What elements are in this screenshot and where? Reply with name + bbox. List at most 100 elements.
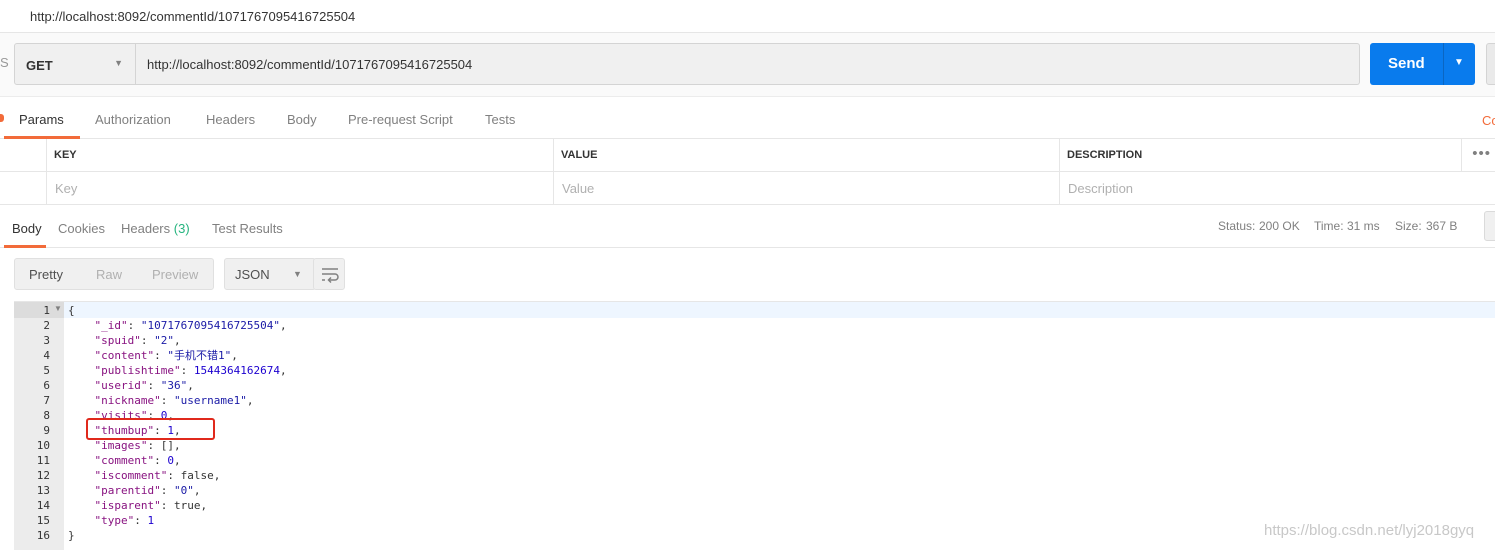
raw-button[interactable]: Raw bbox=[96, 267, 122, 282]
code-line: "images": [], bbox=[94, 439, 181, 452]
more-options-icon[interactable]: ••• bbox=[1472, 145, 1491, 162]
brace: { bbox=[68, 304, 75, 317]
tab-tests[interactable]: Tests bbox=[485, 112, 515, 127]
json-value: "36" bbox=[160, 379, 188, 392]
json-key: "publishtime" bbox=[94, 364, 181, 377]
fold-arrow-icon[interactable]: ▼ bbox=[54, 304, 62, 313]
description-header: DESCRIPTION bbox=[1067, 149, 1143, 161]
pretty-button[interactable]: Pretty bbox=[29, 267, 63, 282]
code-line: "publishtime": 1544364162674, bbox=[94, 364, 287, 377]
brace: } bbox=[68, 529, 75, 542]
wrap-lines-icon bbox=[322, 268, 339, 284]
json-value: 1544364162674 bbox=[193, 364, 280, 377]
json-key: "isparent" bbox=[94, 499, 161, 512]
key-header: KEY bbox=[54, 149, 77, 161]
line-number: 3 bbox=[43, 334, 50, 347]
code-line: "iscomment": false, bbox=[94, 469, 221, 482]
line-number: 12 bbox=[36, 469, 50, 482]
json-key: "userid" bbox=[94, 379, 148, 392]
json-key: "parentid" bbox=[94, 484, 161, 497]
json-key: "nickname" bbox=[94, 394, 161, 407]
request-tab-title-text: http://localhost:8092/commentId/10717670… bbox=[30, 9, 356, 24]
tab-headers[interactable]: Headers bbox=[206, 112, 255, 127]
line-number: 11 bbox=[36, 454, 50, 467]
left-edge-text: S bbox=[0, 55, 9, 70]
description-placeholder: Description bbox=[1068, 181, 1134, 196]
wrap-lines-button[interactable] bbox=[313, 258, 345, 290]
code-line: "nickname": "username1", bbox=[94, 394, 254, 407]
response-active-tab-indicator bbox=[4, 245, 46, 248]
method-label: GET bbox=[26, 58, 53, 73]
line-number: 5 bbox=[43, 364, 50, 377]
preview-button[interactable]: Preview bbox=[152, 267, 198, 282]
time-label: Time: bbox=[1314, 219, 1344, 233]
description-input[interactable]: Description bbox=[1059, 172, 1495, 205]
headers-count: (3) bbox=[173, 221, 190, 236]
key-placeholder: Key bbox=[55, 181, 78, 196]
code-line: "spuid": "2", bbox=[94, 334, 181, 347]
value-placeholder: Value bbox=[562, 181, 595, 196]
response-body-editor[interactable]: ▼ 1 {2 "_id": "1071767095416725504", 3 "sp… bbox=[14, 301, 1495, 550]
response-tab-body[interactable]: Body bbox=[12, 221, 42, 236]
send-options-chevron-icon[interactable]: ▼ bbox=[1454, 57, 1464, 68]
left-edge-accent bbox=[0, 114, 4, 122]
params-header-row: KEY VALUE DESCRIPTION ••• bbox=[0, 139, 1495, 172]
send-divider bbox=[1443, 43, 1444, 85]
line-number: 1 bbox=[43, 304, 50, 317]
status-label: Status: bbox=[1218, 219, 1256, 233]
tab-pre-request-script[interactable]: Pre-request Script bbox=[348, 112, 453, 127]
value-input[interactable]: Value bbox=[553, 172, 1059, 205]
code-line: "isparent": true, bbox=[94, 499, 208, 512]
chevron-down-icon: ▼ bbox=[114, 58, 123, 68]
response-tab-headers[interactable]: Headers (3) bbox=[121, 221, 190, 236]
thumbup-highlight-box bbox=[86, 418, 215, 440]
json-key: "iscomment" bbox=[94, 469, 168, 482]
line-number: 2 bbox=[43, 319, 50, 332]
json-value: "1071767095416725504" bbox=[140, 319, 280, 332]
response-tabs: Body Cookies Headers (3) Test Results St… bbox=[0, 205, 1495, 248]
watermark: https://blog.csdn.net/lyj2018gyq bbox=[1264, 522, 1475, 539]
code-line: "comment": 0, bbox=[94, 454, 181, 467]
line-number: 6 bbox=[43, 379, 50, 392]
json-value: "2" bbox=[154, 334, 174, 347]
send-label: Send bbox=[1388, 55, 1425, 72]
send-button[interactable]: Send ▼ bbox=[1370, 43, 1475, 85]
params-input-row: Key Value Description bbox=[0, 172, 1495, 205]
view-mode-group: Pretty Raw Preview bbox=[14, 258, 214, 290]
save-button-edge[interactable] bbox=[1486, 43, 1495, 85]
code-line: } bbox=[68, 528, 75, 543]
size-value: 367 B bbox=[1426, 219, 1458, 233]
response-tab-cookies[interactable]: Cookies bbox=[58, 221, 105, 236]
json-value: 0 bbox=[167, 454, 174, 467]
url-text: http://localhost:8092/commentId/10717670… bbox=[147, 57, 473, 72]
time-value: 31 ms bbox=[1347, 219, 1380, 233]
key-input[interactable]: Key bbox=[46, 172, 553, 205]
code-line: "type": 1 bbox=[94, 514, 155, 527]
format-type-select[interactable]: JSON ▼ bbox=[224, 258, 316, 290]
json-value: 1 bbox=[147, 514, 155, 527]
line-number: 16 bbox=[36, 529, 50, 542]
response-tab-test-results[interactable]: Test Results bbox=[212, 221, 283, 236]
tab-body[interactable]: Body bbox=[287, 112, 317, 127]
params-table: KEY VALUE DESCRIPTION ••• Key Value Desc… bbox=[0, 139, 1495, 205]
line-number: 13 bbox=[36, 484, 50, 497]
description-header-cell: DESCRIPTION bbox=[1059, 139, 1461, 172]
tab-authorization[interactable]: Authorization bbox=[95, 112, 171, 127]
save-response-button-edge[interactable] bbox=[1484, 211, 1495, 241]
value-header-cell: VALUE bbox=[553, 139, 1059, 172]
line-number: 8 bbox=[43, 409, 50, 422]
tab-params[interactable]: Params bbox=[19, 112, 64, 127]
url-input[interactable]: http://localhost:8092/commentId/10717670… bbox=[136, 43, 1360, 85]
json-value: "0" bbox=[173, 484, 194, 497]
code-line: "userid": "36", bbox=[94, 379, 194, 392]
line-number: 14 bbox=[36, 499, 50, 512]
json-value: [] bbox=[160, 439, 174, 452]
line-number: 10 bbox=[36, 439, 50, 452]
code-line: "content": "手机不错1", bbox=[94, 349, 238, 362]
active-line-highlight bbox=[64, 302, 1495, 318]
line-number: 4 bbox=[43, 349, 50, 362]
code-line: { bbox=[68, 303, 75, 318]
request-tab-title[interactable]: http://localhost:8092/commentId/10717670… bbox=[0, 0, 1495, 33]
method-select[interactable]: GET ▼ bbox=[14, 43, 136, 85]
cookies-code-link-edge[interactable]: Co bbox=[1482, 113, 1495, 128]
